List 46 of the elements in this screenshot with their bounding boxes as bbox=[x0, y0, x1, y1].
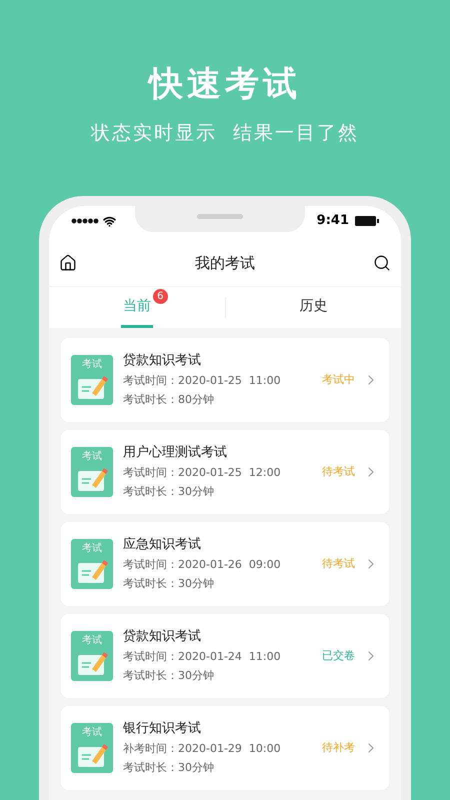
thumbnail-label: 考试 bbox=[82, 451, 102, 463]
paper-pencil-icon bbox=[75, 743, 109, 769]
exam-time: 考试时间：2020-01-25 11:00 bbox=[123, 373, 282, 389]
exam-status: 待考试 bbox=[322, 556, 355, 572]
status-time: 9:41 bbox=[316, 212, 349, 230]
exam-name: 贷款知识考试 bbox=[123, 628, 202, 646]
exam-status: 待补考 bbox=[322, 740, 355, 756]
thumbnail-label: 考试 bbox=[82, 635, 102, 647]
search-icon[interactable] bbox=[373, 254, 391, 272]
exam-status: 待考试 bbox=[322, 464, 355, 480]
exam-duration: 考试时长：30分钟 bbox=[123, 668, 215, 684]
paper-pencil-icon bbox=[75, 651, 109, 677]
tab[interactable]: 历史 bbox=[297, 287, 330, 328]
exam-duration: 考试时长：30分钟 bbox=[123, 760, 215, 776]
paper-pencil-icon bbox=[75, 375, 109, 401]
signal-icon bbox=[71, 218, 99, 224]
paper-pencil-icon bbox=[75, 559, 109, 585]
exam-duration: 考试时长：30分钟 bbox=[123, 484, 215, 500]
exam-time: 考试时间：2020-01-25 12:00 bbox=[123, 465, 282, 481]
exam-time: 考试时间：2020-01-26 09:00 bbox=[123, 557, 282, 573]
exam-status: 已交卷 bbox=[322, 648, 355, 664]
exam-card[interactable]: 考试 用户心理测试考试 考试时间：2020-01-25 12:00 考试时长：30分钟 待考试 bbox=[61, 430, 389, 514]
exam-card[interactable]: 考试 应急知识考试 考试时间：2020-01-26 09:00 考试时长：30分钟 待考试 bbox=[61, 522, 389, 606]
exam-card[interactable]: 考试 贷款知识考试 考试时间：2020-01-25 11:00 考试时长：80分钟 考试中 bbox=[61, 338, 389, 422]
hero-title: 快速考试 bbox=[149, 63, 301, 106]
home-icon[interactable] bbox=[59, 254, 77, 272]
thumbnail-label: 考试 bbox=[82, 727, 102, 739]
thumbnail-label: 考试 bbox=[82, 359, 102, 371]
exam-name: 贷款知识考试 bbox=[123, 352, 202, 370]
exam-name: 银行知识考试 bbox=[123, 720, 202, 738]
exam-time: 考试时间：2020-01-24 11:00 bbox=[123, 649, 282, 665]
exam-duration: 考试时长：80分钟 bbox=[123, 392, 215, 408]
count-badge: 6 bbox=[152, 289, 168, 304]
wifi-icon bbox=[103, 214, 116, 228]
exam-time: 补考时间：2020-01-29 10:00 bbox=[123, 741, 282, 757]
exam-card[interactable]: 考试 贷款知识考试 考试时间：2020-01-24 11:00 考试时长：30分钟 已交卷 bbox=[61, 614, 389, 698]
paper-pencil-icon bbox=[75, 467, 109, 493]
battery-icon bbox=[355, 216, 379, 226]
nav-title: 我的考试 bbox=[195, 252, 255, 274]
exam-card[interactable]: 考试 银行知识考试 补考时间：2020-01-29 10:00 考试时长：30分钟 待补考 bbox=[61, 706, 389, 790]
exam-status: 考试中 bbox=[322, 372, 355, 388]
thumbnail-label: 考试 bbox=[82, 543, 102, 555]
exam-name: 应急知识考试 bbox=[123, 536, 202, 554]
exam-duration: 考试时长：30分钟 bbox=[123, 576, 215, 592]
hero-subtitle: 状态实时显示 结果一目了然 bbox=[90, 121, 360, 146]
exam-name: 用户心理测试考试 bbox=[123, 444, 228, 462]
